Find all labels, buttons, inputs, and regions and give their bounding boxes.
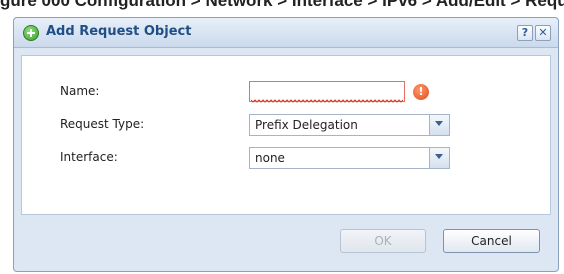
- chevron-down-icon[interactable]: [429, 115, 449, 135]
- close-button[interactable]: ✕: [535, 25, 551, 41]
- interface-value: none: [255, 151, 285, 165]
- error-icon: !: [413, 84, 429, 100]
- add-request-object-dialog: Add Request Object ? ✕ Name: ! Request T…: [13, 17, 559, 272]
- request-type-select[interactable]: Prefix Delegation: [249, 114, 450, 136]
- interface-select[interactable]: none: [249, 147, 450, 169]
- figure-caption-text: gure 000 Configuration > Network > Inter…: [0, 0, 564, 10]
- dialog-content: Name: ! Request Type: Prefix Delegation …: [21, 55, 551, 215]
- add-circle-icon: [23, 25, 39, 41]
- chevron-down-icon[interactable]: [429, 148, 449, 168]
- request-type-label: Request Type:: [60, 117, 145, 131]
- validation-squiggle: [251, 99, 403, 103]
- name-label: Name:: [60, 84, 100, 98]
- request-type-value: Prefix Delegation: [255, 118, 358, 132]
- help-button[interactable]: ?: [517, 25, 533, 41]
- dialog-title-bar[interactable]: Add Request Object ? ✕: [14, 18, 558, 48]
- ok-button[interactable]: OK: [340, 229, 426, 253]
- figure-caption: gure 000 Configuration > Network > Inter…: [0, 0, 564, 14]
- cancel-button[interactable]: Cancel: [443, 229, 540, 253]
- dialog-title: Add Request Object: [46, 24, 192, 39]
- interface-label: Interface:: [60, 150, 118, 164]
